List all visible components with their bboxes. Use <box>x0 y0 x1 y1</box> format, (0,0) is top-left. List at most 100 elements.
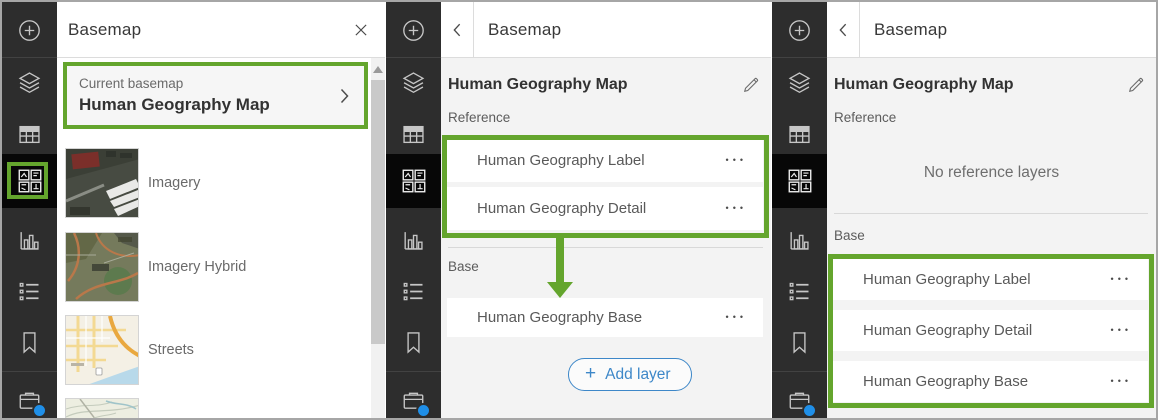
basemap-option-imagery-hybrid[interactable]: Imagery Hybrid <box>65 232 369 302</box>
sidebar-divider <box>386 371 441 372</box>
scrollbar-thumb[interactable] <box>371 80 385 344</box>
layers-icon[interactable] <box>386 68 441 96</box>
panel-title: Basemap <box>874 19 948 39</box>
options-menu-icon[interactable]: ••• <box>1111 275 1148 284</box>
base-section-label: Base <box>834 228 865 243</box>
base-section-label: Base <box>448 259 479 274</box>
panel-basemap-edit-after: Basemap Human Geography Map Reference No… <box>772 2 1156 418</box>
basemap-option-label: Imagery Hybrid <box>148 259 247 275</box>
basemap-option-label: Imagery <box>148 175 201 191</box>
table-icon[interactable] <box>772 120 827 148</box>
panel-header: Basemap <box>441 2 771 58</box>
panel-header: Basemap <box>57 2 385 58</box>
no-reference-layers-message: No reference layers <box>923 164 1060 181</box>
layer-row[interactable]: Human Geography Detail ••• <box>833 310 1148 351</box>
basemap-thumbnail <box>65 398 139 418</box>
options-menu-icon[interactable]: ••• <box>726 313 763 322</box>
current-basemap-value: Human Geography Map <box>79 95 270 114</box>
toolbar-sidebar <box>386 2 441 418</box>
panel-title: Basemap <box>68 19 142 39</box>
screenshot-root: Basemap Current basemap Human Geography … <box>0 0 1158 420</box>
folder-icon[interactable] <box>772 386 827 418</box>
sidebar-divider <box>772 57 827 58</box>
layer-row[interactable]: Human Geography Detail ••• <box>447 187 763 230</box>
options-menu-icon[interactable]: ••• <box>726 204 763 213</box>
basemap-icon-active[interactable] <box>2 154 57 208</box>
table-icon[interactable] <box>2 120 57 148</box>
basemap-name: Human Geography Map <box>834 76 1014 93</box>
toolbar-sidebar <box>2 2 57 418</box>
table-icon[interactable] <box>386 120 441 148</box>
panel-title: Basemap <box>488 19 562 39</box>
scrollbar-up-arrow[interactable] <box>373 66 383 73</box>
reference-section-label: Reference <box>834 110 897 125</box>
basemap-icon-active[interactable] <box>386 154 441 208</box>
basemap-thumbnail <box>65 232 139 302</box>
layer-name: Human Geography Detail <box>477 200 647 217</box>
sidebar-divider <box>2 371 57 372</box>
edit-pencil-icon[interactable] <box>741 75 761 95</box>
back-icon[interactable] <box>827 2 860 57</box>
edit-pencil-icon[interactable] <box>1126 75 1146 95</box>
panel-header: Basemap <box>827 2 1156 58</box>
charts-icon[interactable] <box>386 226 441 254</box>
panel-basemap-edit-before: Basemap Human Geography Map Reference Hu… <box>386 2 771 418</box>
notification-dot <box>416 402 431 418</box>
add-icon[interactable] <box>772 16 827 44</box>
basemap-name: Human Geography Map <box>448 76 628 93</box>
folder-icon[interactable] <box>386 386 441 418</box>
layer-name: Human Geography Detail <box>863 322 1033 339</box>
sidebar-divider <box>772 371 827 372</box>
legend-icon[interactable] <box>2 277 57 305</box>
sidebar-divider <box>2 57 57 58</box>
layer-row[interactable]: Human Geography Base ••• <box>447 298 763 337</box>
layers-icon[interactable] <box>772 68 827 96</box>
layer-name: Human Geography Label <box>477 152 645 169</box>
panel-basemap-gallery: Basemap Current basemap Human Geography … <box>2 2 385 418</box>
basemap-edit-body: Human Geography Map Reference Human Geog… <box>441 58 771 418</box>
plus-icon: + <box>585 363 597 384</box>
bookmark-icon[interactable] <box>772 328 827 356</box>
charts-icon[interactable] <box>772 226 827 254</box>
charts-icon[interactable] <box>2 226 57 254</box>
basemap-option-streets[interactable]: Streets <box>65 315 369 385</box>
layer-name: Human Geography Base <box>477 309 643 326</box>
back-icon[interactable] <box>441 2 474 57</box>
basemap-option-imagery[interactable]: Imagery <box>65 148 369 218</box>
options-menu-icon[interactable]: ••• <box>1111 377 1148 386</box>
legend-icon[interactable] <box>772 277 827 305</box>
basemap-thumbnail <box>65 315 139 385</box>
basemap-edit-body: Human Geography Map Reference No referen… <box>827 58 1156 418</box>
close-icon[interactable] <box>354 23 368 37</box>
reference-section-label: Reference <box>448 110 511 125</box>
sidebar-divider <box>386 57 441 58</box>
add-icon[interactable] <box>386 16 441 44</box>
basemap-gallery-body: Current basemap Human Geography Map Imag… <box>57 58 371 418</box>
basemap-option-partial[interactable] <box>65 398 369 418</box>
bookmark-icon[interactable] <box>2 328 57 356</box>
toolbar-sidebar <box>772 2 827 418</box>
scrollbar[interactable] <box>371 58 385 418</box>
layer-name: Human Geography Label <box>863 271 1031 288</box>
add-layer-button[interactable]: + Add layer <box>568 358 692 391</box>
basemap-option-label: Streets <box>148 342 194 358</box>
chevron-right-icon <box>339 87 350 105</box>
legend-icon[interactable] <box>386 277 441 305</box>
section-divider <box>834 213 1148 214</box>
options-menu-icon[interactable]: ••• <box>1111 326 1148 335</box>
options-menu-icon[interactable]: ••• <box>726 156 763 165</box>
layer-name: Human Geography Base <box>863 373 1029 390</box>
basemap-icon-active[interactable] <box>772 154 827 208</box>
layers-icon[interactable] <box>2 68 57 96</box>
basemap-thumbnail <box>65 148 139 218</box>
folder-icon[interactable] <box>2 386 57 418</box>
current-basemap-label: Current basemap <box>79 76 184 91</box>
bookmark-icon[interactable] <box>386 328 441 356</box>
current-basemap-card[interactable]: Current basemap Human Geography Map <box>63 62 368 129</box>
layer-row[interactable]: Human Geography Label ••• <box>833 259 1148 300</box>
layer-row[interactable]: Human Geography Base ••• <box>833 361 1148 402</box>
notification-dot <box>32 402 47 418</box>
layer-row[interactable]: Human Geography Label ••• <box>447 139 763 182</box>
section-divider <box>448 247 763 248</box>
add-icon[interactable] <box>2 16 57 44</box>
